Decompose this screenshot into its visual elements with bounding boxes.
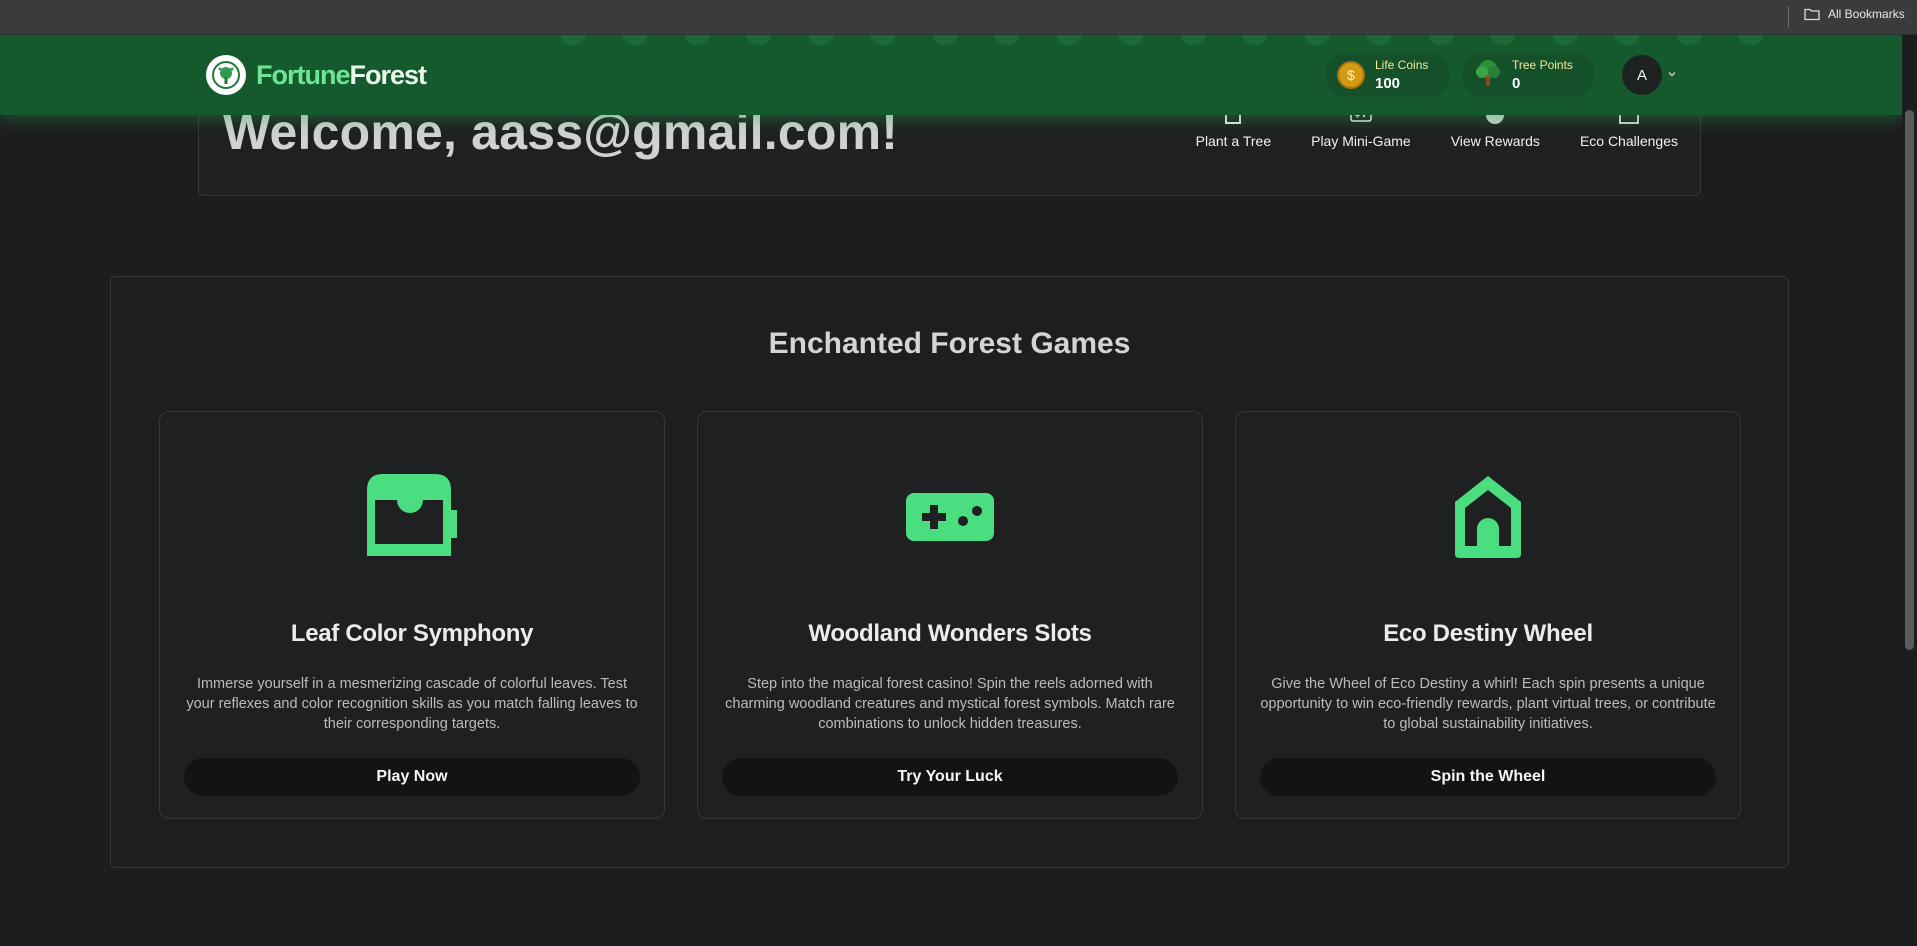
game-title: Woodland Wonders Slots (808, 620, 1092, 647)
logo-text: FortuneForest (256, 59, 428, 91)
game-description: Immerse yourself in a mesmerizing cascad… (186, 676, 638, 732)
logo-badge-icon (206, 55, 246, 95)
chevron-down-icon[interactable] (1667, 69, 1677, 79)
house-icon (1236, 474, 1740, 558)
folder-icon (1804, 8, 1820, 21)
try-your-luck-button[interactable]: Try Your Luck (722, 758, 1178, 796)
all-bookmarks-label: All Bookmarks (1828, 7, 1905, 21)
all-bookmarks-button[interactable]: All Bookmarks (1804, 7, 1905, 21)
bookmarks-separator (1788, 6, 1789, 28)
logo-text-part1: Fortune (256, 59, 350, 90)
games-section-title: Enchanted Forest Games (768, 327, 1131, 360)
logo-text-part2: Forest (349, 59, 428, 90)
spin-the-wheel-button[interactable]: Spin the Wheel (1260, 758, 1716, 796)
nav-view-rewards-label: View Rewards (1450, 133, 1540, 149)
page-scrollbar-thumb[interactable] (1905, 110, 1914, 650)
game-title: Leaf Color Symphony (290, 620, 534, 647)
game-card-eco-destiny-wheel: Eco Destiny Wheel Give the Wheel of Eco … (1235, 411, 1741, 819)
nav-plant-a-tree-label: Plant a Tree (1195, 133, 1272, 149)
tree-points-value: 0 (1512, 75, 1521, 92)
game-card-woodland-wonders-slots: Woodland Wonders Slots Step into the mag… (697, 411, 1203, 819)
game-card-leaf-color-symphony: Leaf Color Symphony Immerse yourself in … (159, 411, 665, 819)
coin-icon: $ (1337, 61, 1365, 89)
header-decoration (560, 35, 1903, 45)
user-avatar[interactable]: A (1622, 55, 1662, 95)
game-description: Give the Wheel of Eco Destiny a whirl! E… (1260, 676, 1716, 732)
game-description: Step into the magical forest casino! Spi… (725, 676, 1175, 732)
play-now-button[interactable]: Play Now (184, 758, 640, 796)
life-coins-label: Life Coins (1375, 58, 1429, 72)
tree-points-stat: Tree Points 0 (1462, 53, 1595, 97)
life-coins-stat: $ Life Coins 100 (1325, 53, 1451, 97)
nav-eco-challenges-label: Eco Challenges (1579, 133, 1678, 149)
tree-points-label: Tree Points (1512, 58, 1573, 72)
browser-bookmarks-bar: All Bookmarks (0, 0, 1917, 35)
life-coins-value: 100 (1375, 75, 1401, 92)
gamepad-icon (698, 474, 1202, 558)
site-header: FortuneForest $ Life Coins 100 Tree Poin… (0, 35, 1903, 115)
game-title: Eco Destiny Wheel (1383, 620, 1593, 647)
site-logo[interactable]: FortuneForest (206, 55, 428, 95)
nav-play-mini-game-label: Play Mini-Game (1311, 133, 1411, 149)
games-section: Enchanted Forest Games Leaf Color Sympho… (110, 276, 1789, 868)
tree-icon (1474, 58, 1502, 93)
tray-icon (160, 474, 664, 558)
